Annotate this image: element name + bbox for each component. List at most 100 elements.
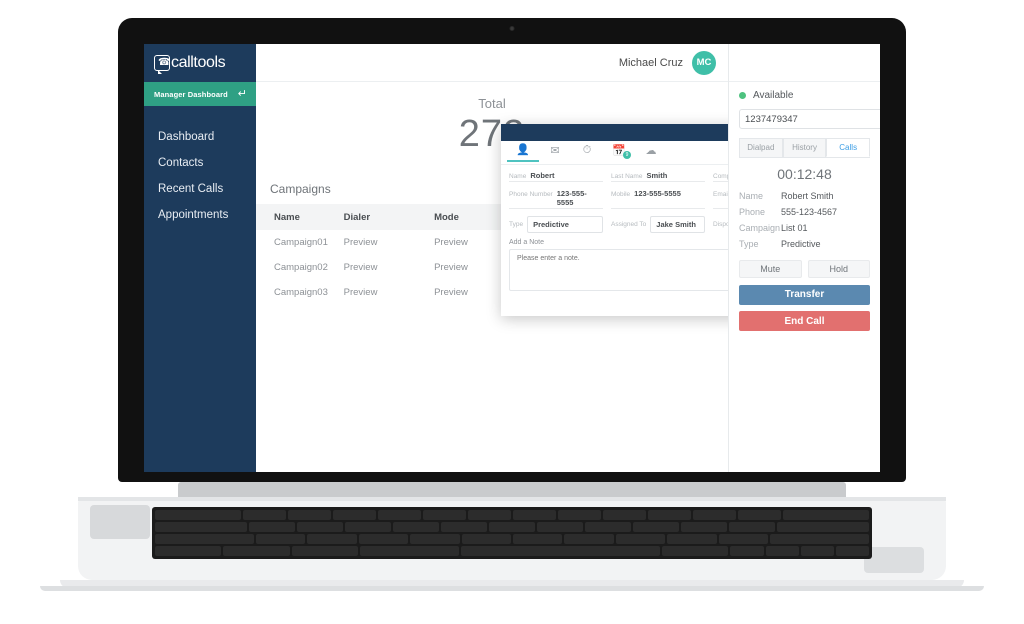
phone-number-field[interactable]: Phone Number 123-555-5555 xyxy=(509,189,603,209)
company-field[interactable]: Company Solar Co xyxy=(713,171,728,182)
cell-mode: Preview xyxy=(434,262,468,273)
contact-modal: – ✕ 👤 ✉ ⏱ 📅9 ☁ ■ xyxy=(501,124,728,316)
app-window: ☎ calltools Manager Dashboard ↵ Dashboar… xyxy=(144,44,880,472)
modal-body: Name Robert Last Name Smith Company Sola… xyxy=(501,165,728,296)
calendar-icon[interactable]: 📅 9 xyxy=(603,144,635,161)
keyboard-row xyxy=(155,522,869,532)
detail-phone-value: 555-123-4567 xyxy=(781,207,838,217)
sidebar-item-recent-calls[interactable]: Recent Calls xyxy=(144,176,256,202)
detail-type-value: Predictive xyxy=(781,239,821,249)
agent-status[interactable]: Available xyxy=(739,90,870,101)
envelope-icon[interactable]: ✉ xyxy=(539,144,571,161)
transfer-button[interactable]: Transfer xyxy=(739,284,870,305)
tab-dialpad[interactable]: Dialpad xyxy=(739,138,783,157)
column-header-name: Name xyxy=(274,211,300,223)
name-field[interactable]: Name Robert xyxy=(509,171,603,182)
sidebar-item-contacts[interactable]: Contacts xyxy=(144,150,256,176)
webcam-icon xyxy=(509,26,515,31)
type-select[interactable]: Predictive xyxy=(527,216,603,233)
last-name-field[interactable]: Last Name Smith xyxy=(611,171,705,182)
detail-phone-key: Phone xyxy=(739,207,766,217)
name-row: Name Robert Last Name Smith Company Sola… xyxy=(509,171,728,182)
cell-mode: Preview xyxy=(434,287,468,298)
detail-campaign-value: List 01 xyxy=(781,223,808,233)
laptop-base-shadow xyxy=(40,586,984,591)
keyboard-row xyxy=(155,546,869,556)
tab-history[interactable]: History xyxy=(782,138,827,157)
laptop-base xyxy=(78,497,946,580)
screenshot-stage: ☎ calltools Manager Dashboard ↵ Dashboar… xyxy=(0,0,1024,624)
sidebar-nav: Dashboard Contacts Recent Calls Appointm… xyxy=(144,106,256,228)
mute-hold-row: Mute Hold xyxy=(739,260,870,278)
sidebar-item-appointments[interactable]: Appointments xyxy=(144,202,256,228)
clock-history-icon[interactable]: ⏱ xyxy=(571,144,603,161)
phone-chat-icon: ☎ xyxy=(154,55,170,74)
avatar[interactable]: MC xyxy=(692,50,716,75)
call-timer: 00:12:48 xyxy=(777,166,832,182)
mobile-field[interactable]: Mobile 123-555-5555 xyxy=(611,189,705,209)
user-name: Michael Cruz xyxy=(618,56,683,69)
laptop-hinge xyxy=(178,482,846,498)
cell-name: Campaign01 xyxy=(274,237,328,248)
last-name-value: Smith xyxy=(646,171,668,180)
type-label: Type xyxy=(509,221,524,228)
dial-row: Call xyxy=(739,109,880,129)
disposition-label: Disposition xyxy=(713,221,728,228)
modal-tabs-left: 👤 ✉ ⏱ 📅 9 ☁ xyxy=(507,143,667,162)
laptop-screen: ☎ calltools Manager Dashboard ↵ Dashboar… xyxy=(144,44,880,472)
base-top-edge xyxy=(78,497,946,501)
cell-dialer: Preview xyxy=(343,262,378,273)
assigned-to-label: Assigned To xyxy=(611,221,647,228)
assigned-to-select-wrap: Assigned To Jake Smith xyxy=(611,216,705,233)
status-text: Available xyxy=(753,90,794,101)
dial-input[interactable] xyxy=(739,109,880,129)
top-bar: Michael Cruz MC xyxy=(256,44,728,82)
call-actions: Mute Hold Transfer End Call xyxy=(739,260,870,337)
back-arrow-icon[interactable]: ↵ xyxy=(238,88,247,100)
detail-campaign: Campaign List 01 xyxy=(739,220,870,236)
sidebar-item-dashboard[interactable]: Dashboard xyxy=(144,124,256,150)
call-panel-body: Available Call Dialpad History Calls 00:… xyxy=(729,82,880,345)
detail-type: Type Predictive xyxy=(739,236,870,252)
mobile-label: Mobile xyxy=(611,191,631,198)
tab-calls[interactable]: Calls xyxy=(826,138,871,157)
sidebar: ☎ calltools Manager Dashboard ↵ Dashboar… xyxy=(144,44,256,472)
cloud-icon[interactable]: ☁ xyxy=(635,144,667,161)
disposition-select-wrap: Disposition Sale Made Trial Sale Made Vo… xyxy=(713,216,728,233)
call-panel: Available Call Dialpad History Calls 00:… xyxy=(728,44,880,472)
keyboard-row xyxy=(155,534,869,544)
call-panel-tabs: Dialpad History Calls xyxy=(739,138,871,158)
cell-name: Campaign03 xyxy=(274,287,328,298)
modal-title-bar: – ✕ xyxy=(501,124,728,141)
detail-campaign-key: Campaign xyxy=(739,223,781,233)
modal-footer: Save xyxy=(501,296,728,320)
main-content: Michael Cruz MC Total 273 Campaigns Name xyxy=(256,44,728,472)
email-field[interactable]: Email rob@solarco.com xyxy=(713,189,728,209)
phone-row: Phone Number 123-555-5555 Mobile 123-555… xyxy=(509,189,728,209)
add-contact-icon[interactable]: 👤 xyxy=(507,143,539,162)
call-panel-top-spacer xyxy=(729,44,880,82)
column-header-dialer: Dialer xyxy=(343,211,371,223)
name-value: Robert xyxy=(530,171,555,180)
campaigns-title: Campaigns xyxy=(270,182,331,196)
app-logo[interactable]: ☎ calltools xyxy=(144,44,256,82)
note-input[interactable] xyxy=(509,249,728,291)
column-header-mode: Mode xyxy=(434,211,459,223)
mute-button[interactable]: Mute xyxy=(739,260,802,278)
manager-dashboard-label: Manager Dashboard xyxy=(154,89,228,99)
detail-name: Name Robert Smith xyxy=(739,188,870,204)
laptop-lid: ☎ calltools Manager Dashboard ↵ Dashboar… xyxy=(118,18,906,482)
manager-dashboard-band[interactable]: Manager Dashboard ↵ xyxy=(144,82,256,106)
calendar-badge: 9 xyxy=(623,151,631,159)
cell-mode: Preview xyxy=(434,237,468,248)
hold-button[interactable]: Hold xyxy=(807,260,870,278)
detail-name-value: Robert Smith xyxy=(781,191,834,201)
detail-phone: Phone 555-123-4567 xyxy=(739,204,870,220)
name-label: Name xyxy=(509,173,527,180)
detail-name-key: Name xyxy=(739,191,764,201)
end-call-button[interactable]: End Call xyxy=(739,311,870,331)
keyboard xyxy=(152,507,872,559)
email-label: Email xyxy=(713,191,728,198)
assigned-to-select[interactable]: Jake Smith xyxy=(650,216,705,233)
left-pad xyxy=(90,505,150,539)
